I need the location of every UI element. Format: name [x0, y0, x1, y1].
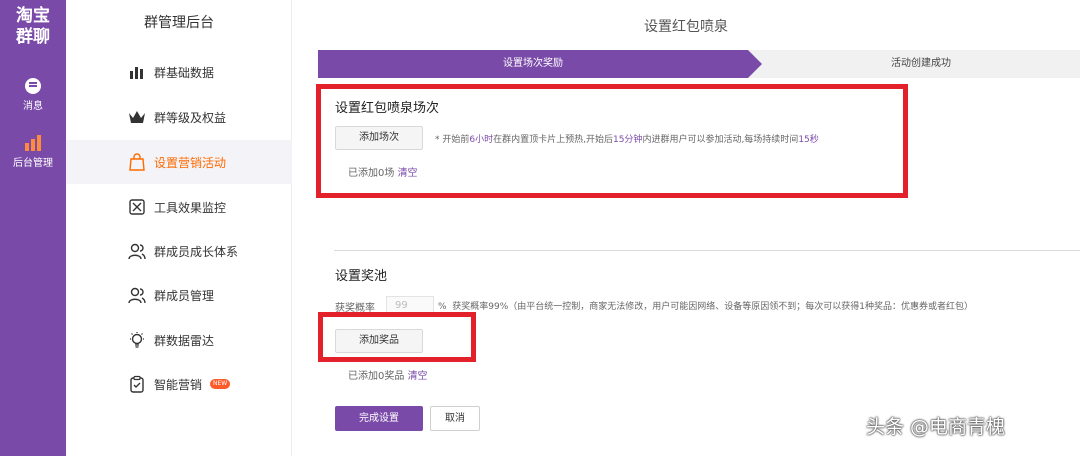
- step-arrow: [748, 50, 762, 78]
- complete-setup-button[interactable]: 完成设置: [335, 406, 423, 431]
- cancel-button[interactable]: 取消: [430, 406, 480, 431]
- user-manage-icon: [128, 287, 146, 304]
- clear-sessions-link[interactable]: 清空: [398, 168, 418, 179]
- section-divider: [334, 250, 1080, 251]
- step-next: 活动创建成功: [891, 58, 951, 69]
- clear-prizes-link[interactable]: 清空: [408, 371, 428, 382]
- rail-item-label: 消息: [23, 101, 43, 112]
- sidebar-item-smart-marketing[interactable]: 智能营销 NEW: [66, 362, 292, 406]
- sidebar-item-members[interactable]: 群成员管理: [66, 273, 292, 317]
- rate-note: % 获奖概率99%（由平台统一控制，商家无法修改，用户可能因网络、设备等原因领不…: [438, 302, 974, 312]
- sidebar-item-basic-data[interactable]: 群基础数据: [66, 50, 292, 94]
- crown-icon: [129, 111, 145, 123]
- lightbulb-icon: [130, 332, 144, 348]
- prize-title: 设置奖池: [335, 269, 388, 284]
- sidebar-item-label: 群基础数据: [154, 65, 215, 80]
- sidebar-item-label: 群成员管理: [154, 288, 215, 303]
- sidebar-item-growth[interactable]: 群成员成长体系: [66, 229, 292, 273]
- session-title: 设置红包喷泉场次: [335, 101, 440, 116]
- sidebar: 群管理后台 群基础数据 群等级及权益 设置营销活动 工具效果监控 群成员成长体系…: [66, 0, 292, 456]
- sidebar-item-tool-monitor[interactable]: 工具效果监控: [66, 185, 292, 229]
- bar-chart-icon: [24, 135, 42, 151]
- sidebar-item-radar[interactable]: 群数据雷达: [66, 318, 292, 362]
- session-added-status: 已添加0场 清空: [348, 168, 418, 179]
- clipboard-icon: [130, 375, 144, 393]
- sidebar-item-label: 设置营销活动: [154, 155, 227, 170]
- page-title: 设置红包喷泉: [644, 19, 728, 35]
- sidebar-item-label: 智能营销: [154, 377, 203, 392]
- add-session-button[interactable]: 添加场次: [335, 126, 423, 150]
- sidebar-title: 群管理后台: [144, 15, 214, 31]
- watermark: 头条 @电商青槐: [866, 416, 1006, 438]
- brand-logo: 淘宝 群聊: [7, 6, 59, 48]
- prize-added-status: 已添加0奖品 清空: [348, 371, 428, 382]
- brand-line-1: 淘宝: [16, 6, 50, 26]
- sidebar-item-label: 群数据雷达: [154, 333, 215, 348]
- sidebar-item-label: 群等级及权益: [154, 110, 227, 125]
- add-prize-button[interactable]: 添加奖品: [335, 329, 423, 353]
- chat-bubble-icon: [25, 78, 41, 94]
- rail-item-admin[interactable]: 后台管理: [0, 135, 66, 169]
- rail-item-messages[interactable]: 消息: [0, 78, 66, 112]
- users-icon: [128, 243, 146, 260]
- sidebar-item-label: 工具效果监控: [154, 200, 227, 215]
- monitor-icon: [129, 199, 145, 215]
- step-current: 设置场次奖励: [318, 50, 748, 78]
- brand-line-2: 群聊: [16, 27, 50, 47]
- app-rail: 淘宝 群聊 消息 后台管理: [0, 0, 66, 456]
- step-progress: 设置场次奖励 活动创建成功: [318, 50, 1080, 78]
- rail-item-label: 后台管理: [13, 158, 53, 169]
- sidebar-item-levels[interactable]: 群等级及权益: [66, 95, 292, 139]
- sidebar-item-marketing[interactable]: 设置营销活动: [66, 140, 292, 184]
- sidebar-item-label: 群成员成长体系: [154, 244, 239, 259]
- shopping-bag-icon: [129, 153, 145, 171]
- bar-chart-icon: [130, 67, 143, 79]
- session-hint: * 开始前6小时在群内置顶卡片上预热,开始后15分钟内进群用户可以参加活动,每场…: [435, 135, 819, 145]
- new-badge: NEW: [210, 379, 231, 389]
